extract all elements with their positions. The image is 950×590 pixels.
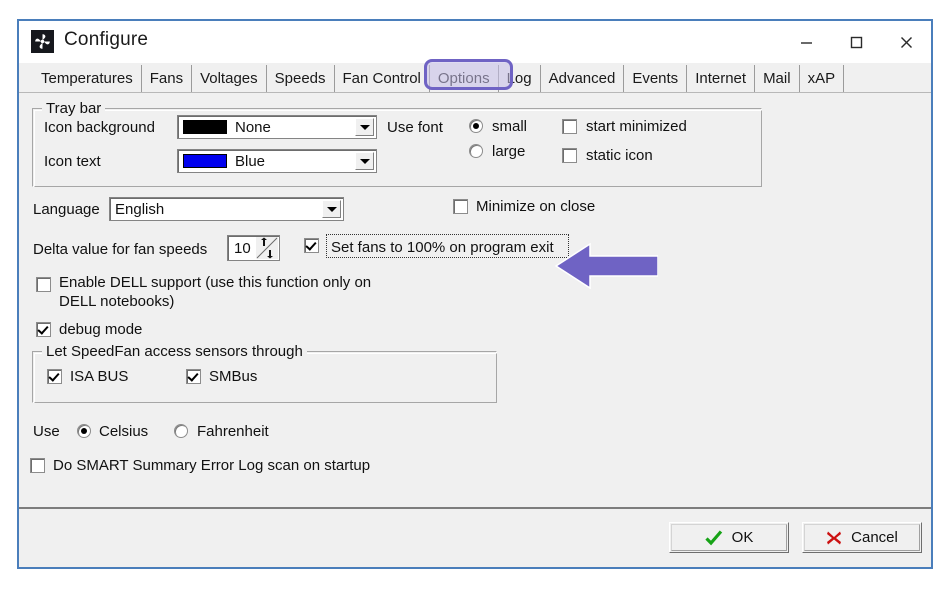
icon-background-combo[interactable]: None xyxy=(177,115,377,139)
radio-celsius[interactable] xyxy=(77,424,91,438)
icon-text-label: Icon text xyxy=(44,153,101,170)
radio-font-large[interactable] xyxy=(469,144,483,158)
tab-speeds[interactable]: Speeds xyxy=(266,65,335,92)
cancel-button-label: Cancel xyxy=(851,529,898,546)
configure-window: Configure Temperatures Fans Voltages Spe… xyxy=(17,19,933,569)
checkbox-minimize-on-close[interactable] xyxy=(453,199,468,214)
chevron-down-icon[interactable] xyxy=(355,118,374,136)
title-bar: Configure xyxy=(19,21,931,63)
checkbox-isa-bus-label: ISA BUS xyxy=(70,368,129,385)
tab-temperatures[interactable]: Temperatures xyxy=(33,65,142,92)
spinner-arrows-icon[interactable] xyxy=(256,237,278,259)
tab-xap[interactable]: xAP xyxy=(799,65,845,92)
checkbox-enable-dell-support[interactable] xyxy=(36,277,51,292)
tab-voltages[interactable]: Voltages xyxy=(192,65,267,92)
tab-strip: Temperatures Fans Voltages Speeds Fan Co… xyxy=(19,63,931,93)
tab-options[interactable]: Options xyxy=(429,65,499,92)
check-icon xyxy=(705,529,722,545)
delta-stepper[interactable]: 10 xyxy=(227,235,280,261)
radio-fahrenheit[interactable] xyxy=(174,424,188,438)
dialog-footer: OK Cancel xyxy=(19,507,931,567)
checkbox-minimize-on-close-label: Minimize on close xyxy=(476,198,596,215)
radio-font-small[interactable] xyxy=(469,119,483,133)
language-combo[interactable]: English xyxy=(109,197,344,221)
checkbox-static-icon-label: static icon xyxy=(586,147,653,164)
tray-bar-group-title: Tray bar xyxy=(42,100,106,117)
icon-background-label: Icon background xyxy=(44,119,155,136)
checkbox-debug-mode-label: debug mode xyxy=(59,321,143,338)
checkbox-smbus-label: SMBus xyxy=(209,368,258,385)
checkbox-smart-scan[interactable] xyxy=(30,458,45,473)
checkbox-enable-dell-support-label-line1: Enable DELL support (use this function o… xyxy=(59,274,372,291)
tab-mail[interactable]: Mail xyxy=(755,65,800,92)
maximize-icon[interactable] xyxy=(831,21,881,63)
close-icon[interactable] xyxy=(881,21,931,63)
icon-text-combo[interactable]: Blue xyxy=(177,149,377,173)
icon-background-swatch xyxy=(183,120,227,134)
language-label: Language xyxy=(33,201,100,218)
cancel-button[interactable]: Cancel xyxy=(802,522,922,553)
checkbox-start-minimized[interactable] xyxy=(562,119,577,134)
chevron-down-icon[interactable] xyxy=(322,200,341,218)
window-controls xyxy=(781,21,931,63)
checkbox-smbus[interactable] xyxy=(186,369,201,384)
radio-celsius-label: Celsius xyxy=(99,423,149,440)
checkbox-smart-scan-label: Do SMART Summary Error Log scan on start… xyxy=(53,457,371,474)
checkbox-start-minimized-label: start minimized xyxy=(586,118,687,135)
delta-label: Delta value for fan speeds xyxy=(33,241,208,258)
radio-font-large-label: large xyxy=(492,143,526,160)
tab-internet[interactable]: Internet xyxy=(687,65,756,92)
tab-advanced[interactable]: Advanced xyxy=(540,65,625,92)
options-panel: Tray bar Icon background None Icon text … xyxy=(19,93,931,508)
icon-text-swatch xyxy=(183,154,227,168)
minimize-icon[interactable] xyxy=(781,21,831,63)
temperature-unit-label: Use xyxy=(33,423,60,440)
close-x-icon xyxy=(827,531,842,544)
checkbox-enable-dell-support-label-line2: DELL notebooks) xyxy=(59,293,175,310)
delta-value: 10 xyxy=(234,239,251,257)
tab-fans[interactable]: Fans xyxy=(141,65,193,92)
icon-text-value: Blue xyxy=(235,152,266,170)
use-font-label: Use font xyxy=(387,119,443,136)
chevron-down-icon[interactable] xyxy=(355,152,374,170)
ok-button-label: OK xyxy=(731,529,754,546)
tab-events[interactable]: Events xyxy=(624,65,688,92)
window-title: Configure xyxy=(64,29,149,50)
checkbox-isa-bus[interactable] xyxy=(47,369,62,384)
radio-fahrenheit-label: Fahrenheit xyxy=(197,423,269,440)
sensors-group-title: Let SpeedFan access sensors through xyxy=(42,343,307,360)
ok-button[interactable]: OK xyxy=(669,522,789,553)
screenshot-root: Configure Temperatures Fans Voltages Spe… xyxy=(0,0,950,590)
tab-log[interactable]: Log xyxy=(498,65,541,92)
icon-background-value: None xyxy=(235,118,271,136)
checkbox-static-icon[interactable] xyxy=(562,148,577,163)
checkbox-set-fans-100[interactable] xyxy=(304,238,319,253)
fan-icon xyxy=(31,30,54,53)
radio-font-small-label: small xyxy=(492,118,528,135)
checkbox-set-fans-100-label: Set fans to 100% on program exit xyxy=(331,239,554,256)
checkbox-debug-mode[interactable] xyxy=(36,322,51,337)
tab-fan-control[interactable]: Fan Control xyxy=(334,65,430,92)
language-value: English xyxy=(115,200,165,218)
